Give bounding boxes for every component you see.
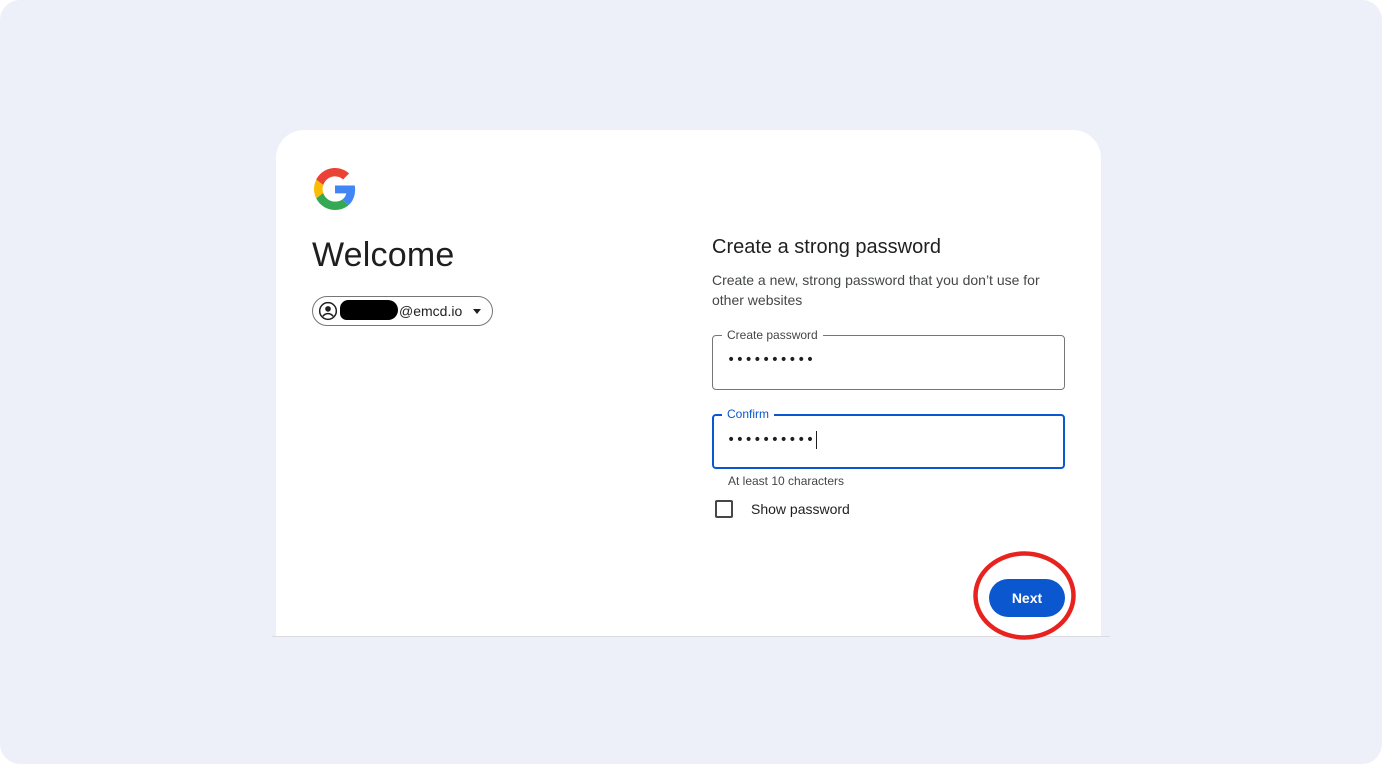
- next-button[interactable]: Next: [989, 579, 1065, 617]
- account-email: @emcd.io: [399, 303, 463, 319]
- create-password-label: Create password: [722, 327, 823, 343]
- caret-down-icon: [473, 309, 481, 314]
- password-hint: At least 10 characters: [728, 474, 845, 488]
- confirm-password-label: Confirm: [722, 406, 775, 422]
- account-circle-icon: [318, 301, 338, 321]
- create-password-field[interactable]: Create password ••••••••••: [712, 327, 1065, 390]
- confirm-password-value-wrap: ••••••••••: [727, 431, 817, 449]
- text-cursor: [815, 431, 817, 449]
- confirm-password-value: ••••••••••: [727, 432, 815, 448]
- welcome-title: Welcome: [312, 236, 455, 274]
- show-password-checkbox[interactable]: [715, 500, 733, 518]
- account-chip[interactable]: @emcd.io: [312, 296, 493, 326]
- google-logo: [314, 168, 356, 210]
- show-password-label[interactable]: Show password: [751, 501, 850, 517]
- form-heading: Create a strong password: [712, 236, 942, 258]
- create-password-value: ••••••••••: [727, 352, 815, 368]
- page-background: Welcome @emcd.io Create a strong passwor…: [0, 0, 1382, 764]
- confirm-password-field[interactable]: Confirm ••••••••••: [712, 406, 1065, 469]
- card-divider: [272, 636, 1110, 637]
- redacted-username: [340, 300, 398, 320]
- form-description: Create a new, strong password that you d…: [712, 272, 1040, 308]
